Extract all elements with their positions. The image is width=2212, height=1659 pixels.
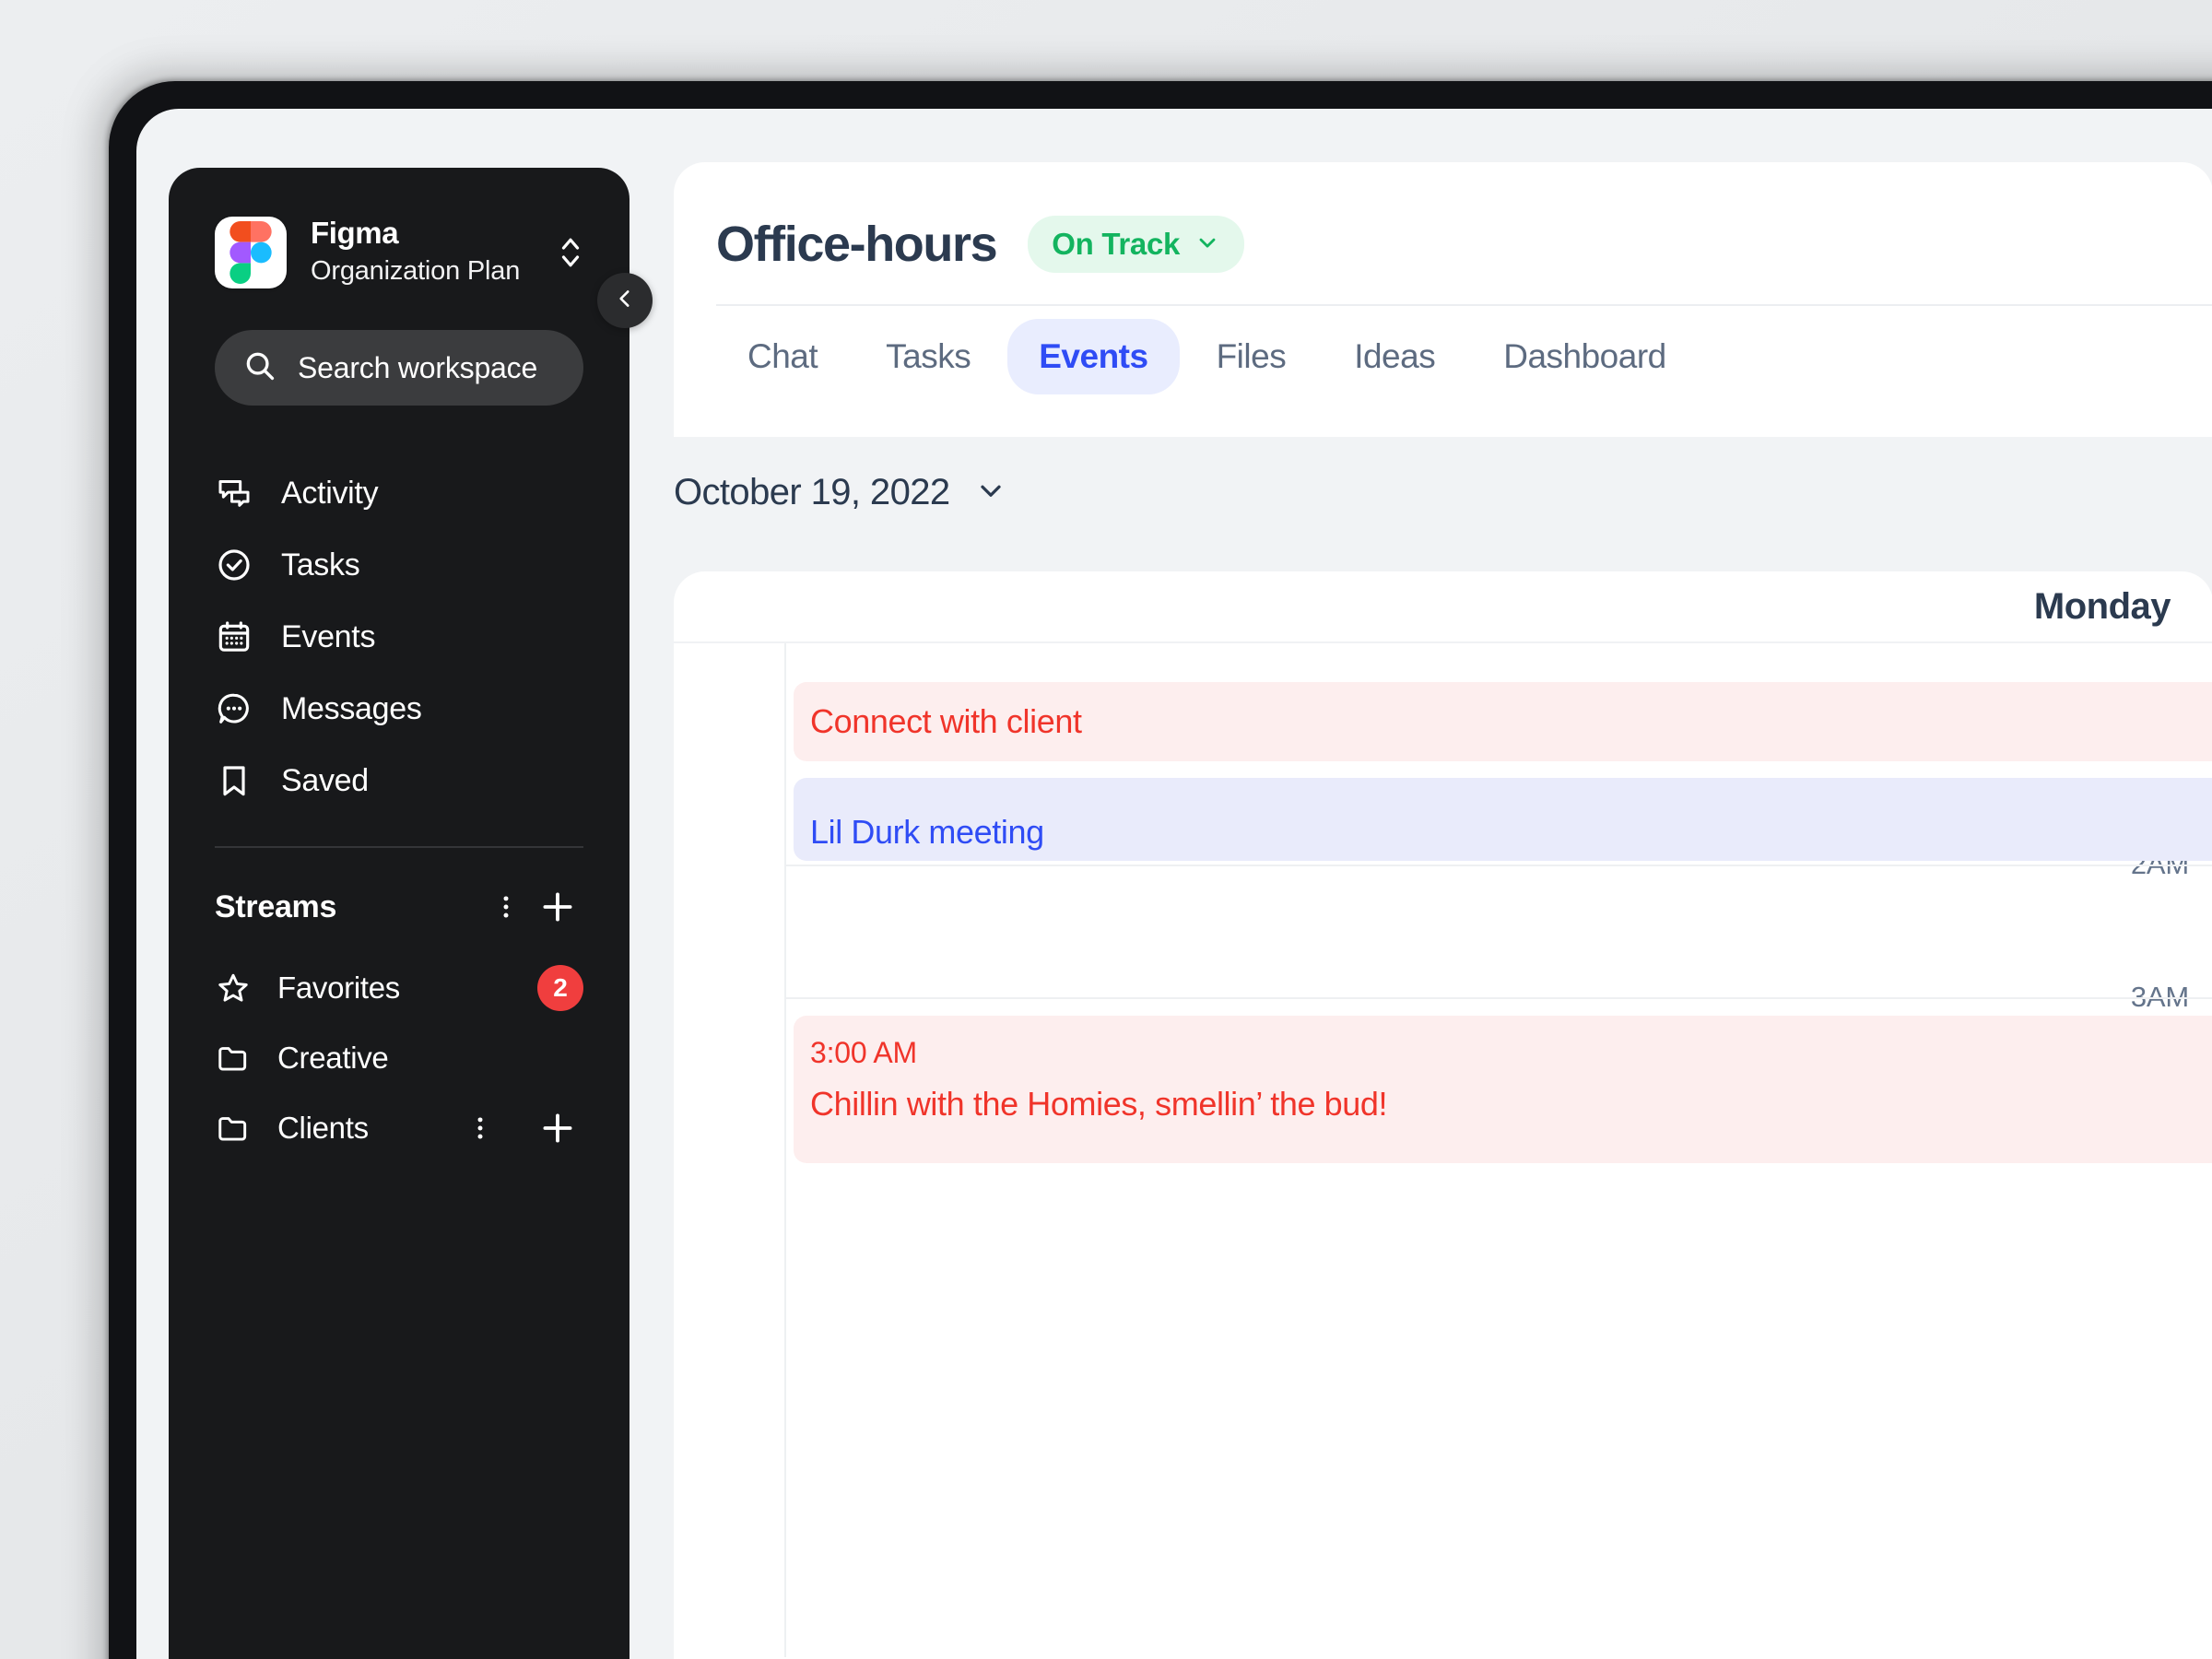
- main-header: Office-hours On Track Chat Tasks Events …: [674, 162, 2212, 437]
- workspace-name: Figma: [311, 216, 399, 250]
- sidebar-item-label: Messages: [281, 690, 422, 726]
- calendar-day-name: Monday: [2033, 585, 2171, 627]
- sidebar-item-saved[interactable]: Saved: [215, 745, 583, 817]
- more-vertical-icon[interactable]: [480, 881, 532, 933]
- sidebar-collapse-button[interactable]: [597, 273, 653, 328]
- search-placeholder: Search workspace: [298, 350, 538, 384]
- tab-ideas[interactable]: Ideas: [1323, 319, 1466, 394]
- stream-item-label: Creative: [277, 1041, 389, 1076]
- hour-gridline: [786, 997, 2212, 999]
- title-row: Office-hours On Track: [674, 162, 2212, 273]
- stream-item-clients[interactable]: Clients: [215, 1093, 583, 1163]
- date-picker-value: October 19, 2022: [674, 472, 950, 512]
- search-icon: [242, 348, 277, 388]
- streams-header: Streams: [169, 848, 629, 933]
- calendar-event[interactable]: Lil Durk meeting: [794, 778, 2212, 861]
- workspace-switcher[interactable]: Figma Organization Plan: [169, 168, 629, 289]
- tab-files[interactable]: Files: [1185, 319, 1318, 394]
- tab-tasks[interactable]: Tasks: [854, 319, 1002, 394]
- folder-icon: [215, 1110, 252, 1147]
- sidebar-item-activity[interactable]: Activity: [215, 457, 583, 529]
- page-title: Office-hours: [716, 217, 998, 272]
- sidebar-item-tasks[interactable]: Tasks: [215, 529, 583, 601]
- tab-chat[interactable]: Chat: [716, 319, 849, 394]
- check-circle-icon: [215, 546, 253, 584]
- folder-icon: [215, 1040, 252, 1077]
- chat-bubbles-icon: [215, 474, 253, 512]
- tab-events[interactable]: Events: [1007, 319, 1180, 394]
- calendar-event-title: Connect with client: [810, 702, 1082, 740]
- calendar-event-title: Chillin with the Homies, smellin’ the bu…: [810, 1085, 1388, 1123]
- sidebar-item-label: Activity: [281, 475, 379, 511]
- star-icon: [215, 970, 252, 1006]
- tab-dashboard[interactable]: Dashboard: [1472, 319, 1698, 394]
- chevron-up-down-icon[interactable]: [550, 225, 591, 280]
- sidebar-item-label: Events: [281, 618, 376, 654]
- calendar-event[interactable]: 3:00 AM Chillin with the Homies, smellin…: [794, 1016, 2212, 1163]
- calendar-event[interactable]: Connect with client: [794, 682, 2212, 761]
- streams-list: Favorites 2 Creative Clients: [169, 953, 629, 1163]
- status-badge: 2: [537, 965, 583, 1012]
- plus-icon[interactable]: [532, 881, 583, 933]
- chevron-down-icon: [974, 474, 1007, 512]
- search-input[interactable]: Search workspace: [215, 330, 583, 406]
- calendar-day-header: Monday: [674, 571, 2212, 643]
- sidebar-item-events[interactable]: Events: [215, 601, 583, 673]
- more-vertical-icon[interactable]: [454, 1102, 506, 1154]
- stream-item-label: Favorites: [277, 971, 401, 1006]
- workspace-plan: Organization Plan: [311, 255, 521, 286]
- calendar-panel: Monday All Day 2AM 3AM Connect with clie…: [674, 571, 2212, 1659]
- primary-navigation: Activity Tasks Events Messages Saved: [169, 457, 629, 817]
- hour-gridline: [786, 865, 2212, 866]
- workspace-meta: Figma Organization Plan: [311, 216, 526, 289]
- chevron-down-icon: [1194, 229, 1220, 260]
- calendar-event-title: Lil Durk meeting: [810, 813, 1044, 851]
- screenshot-stage: Figma Organization Plan Search workspace: [0, 0, 2212, 1659]
- calendar-icon: [215, 618, 253, 656]
- content-tabs: Chat Tasks Events Files Ideas Dashboard: [674, 306, 2212, 394]
- figma-logo-icon: [215, 217, 287, 289]
- plus-icon[interactable]: [532, 1102, 583, 1154]
- sidebar-item-label: Tasks: [281, 547, 360, 582]
- calendar-time-gutter: [674, 643, 786, 1657]
- chevron-left-icon: [613, 287, 637, 315]
- bookmark-icon: [215, 761, 253, 800]
- stream-item-favorites[interactable]: Favorites 2: [215, 953, 583, 1023]
- stream-item-label: Clients: [277, 1111, 369, 1146]
- sidebar-item-messages[interactable]: Messages: [215, 673, 583, 745]
- calendar-event-time: 3:00 AM: [810, 1036, 918, 1069]
- status-badge-label: On Track: [1052, 227, 1181, 261]
- sidebar: Figma Organization Plan Search workspace: [169, 168, 629, 1659]
- stream-item-creative[interactable]: Creative: [215, 1023, 583, 1093]
- date-picker[interactable]: October 19, 2022: [674, 472, 1007, 513]
- sidebar-item-label: Saved: [281, 762, 369, 798]
- status-badge-on-track[interactable]: On Track: [1028, 216, 1245, 273]
- message-dots-icon: [215, 689, 253, 728]
- streams-title: Streams: [215, 888, 337, 924]
